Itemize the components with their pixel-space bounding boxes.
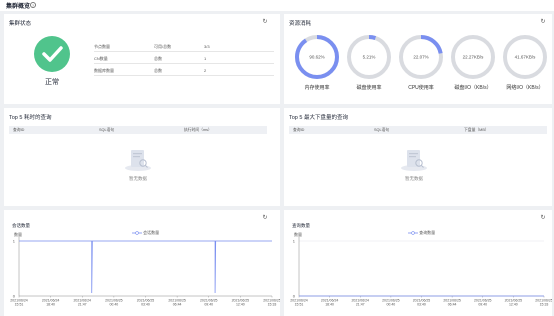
x-tick-label: 21:47 bbox=[356, 303, 365, 307]
gauge-ring: 22.27KB/s bbox=[451, 35, 495, 79]
column-header: 执行时间（ms） bbox=[184, 128, 212, 132]
top-bar: 集群概览 ? bbox=[0, 0, 554, 11]
column-header: SQL语句 bbox=[374, 128, 390, 132]
gauge-value: 41.67KB/s bbox=[515, 55, 537, 60]
top-time-panel: Top 5 耗时的查询 查询ID SQL语句 执行时间（ms） 暂无数据 bbox=[4, 108, 280, 206]
gauge-label: 内存使用率 bbox=[304, 85, 330, 91]
kv-row: 数据库数量 总数 2 bbox=[94, 64, 274, 76]
x-tick-label: 03:40 bbox=[417, 303, 426, 307]
gauge-1: 90.62% 内存使用率 bbox=[294, 34, 340, 91]
cluster-status-panel: 集群状态 ↻ 正常 节点数量 可用/总数 3/3 CN数量 总数 1 数据库数量… bbox=[4, 14, 280, 104]
kv-row: 节点数量 可用/总数 3/3 bbox=[94, 40, 274, 52]
x-tick-label: 00:40 bbox=[386, 303, 395, 307]
x-tick-label: 09:40 bbox=[478, 303, 487, 307]
refresh-icon[interactable]: ↻ bbox=[262, 19, 268, 25]
refresh-icon[interactable]: ↻ bbox=[540, 19, 546, 25]
gauge-5: 41.67KB/s 网络I/O（KB/s） bbox=[502, 34, 548, 91]
x-tick-label: 12:40 bbox=[236, 303, 245, 307]
status-text: 正常 bbox=[45, 79, 59, 86]
gauge-value: 90.62% bbox=[309, 55, 324, 60]
column-header: SQL语句 bbox=[99, 128, 115, 132]
kv-value: 2 bbox=[204, 68, 207, 73]
gauge-value: 5.21% bbox=[363, 55, 376, 60]
gauge-ring: 5.21% bbox=[347, 35, 391, 79]
empty-data-icon bbox=[125, 150, 151, 171]
empty-data-text: 暂无数据 bbox=[129, 176, 147, 181]
x-tick-label: 00:40 bbox=[109, 303, 118, 307]
session-chart-panel: ↻ 会话数量 数量 会话数量 0 1 2021/06/24 15:51 2021/06/… bbox=[4, 210, 280, 316]
gauge-value: 22.07% bbox=[413, 55, 428, 60]
resource-panel: 资源消耗 ↻ 90.62% 内存使用率 5.21% 磁盘使用率 22.07% CPU使用率… bbox=[284, 14, 552, 104]
empty-data-icon bbox=[401, 150, 427, 171]
column-header: 下盘量（MB） bbox=[464, 128, 489, 132]
kv-value: 1 bbox=[204, 56, 207, 61]
series-line bbox=[19, 240, 272, 294]
kv-subkey: 可用/总数 bbox=[154, 44, 172, 49]
x-tick-label: 15:51 bbox=[15, 303, 24, 307]
x-tick-label: 15:33 bbox=[268, 303, 277, 307]
gauge-label: 网络I/O（KB/s） bbox=[506, 85, 544, 91]
query-line-chart: 012021/06/2415:512021/06/2418:402021/06/… bbox=[290, 237, 552, 307]
gauge-label: CPU使用率 bbox=[408, 85, 434, 91]
panel-title: Top 5 最大下盘量的查询 bbox=[289, 115, 348, 121]
query-chart-panel: ↻ 查询数量 数量 查询数量 0 1 2021/06/24 15:51 2021/06/… bbox=[284, 210, 552, 316]
kv-subkey: 总数 bbox=[154, 68, 162, 73]
page-title: 集群概览 bbox=[6, 4, 31, 10]
x-tick-label: 06:44 bbox=[173, 303, 182, 307]
gauge-ring: 90.62% bbox=[295, 35, 339, 79]
x-tick-label: 06:44 bbox=[448, 303, 457, 307]
gauge-label: 磁盘I/O（KB/s） bbox=[454, 85, 492, 91]
gauge-value: 22.27KB/s bbox=[463, 55, 485, 60]
x-tick-label: 18:40 bbox=[325, 303, 334, 307]
status-ok-icon bbox=[34, 36, 70, 72]
table-header: 查询ID SQL语句 下盘量（MB） bbox=[289, 126, 547, 134]
panel-title: Top 5 耗时的查询 bbox=[9, 115, 52, 121]
help-circle-icon[interactable]: ? bbox=[30, 1, 36, 8]
session-line-chart: 012021/06/2415:512021/06/2418:402021/06/… bbox=[10, 237, 280, 307]
kv-row: CN数量 总数 1 bbox=[94, 52, 274, 64]
x-tick-label: 09:40 bbox=[204, 303, 213, 307]
kv-subkey: 总数 bbox=[154, 56, 162, 61]
kv-key: 节点数量 bbox=[94, 44, 110, 49]
x-tick-label: 12:40 bbox=[509, 303, 518, 307]
x-tick-label: 18:40 bbox=[46, 303, 55, 307]
x-tick-label: 03:40 bbox=[141, 303, 150, 307]
kv-key: CN数量 bbox=[94, 56, 108, 61]
gauge-ring: 41.67KB/s bbox=[503, 35, 547, 79]
gauge-3: 22.07% CPU使用率 bbox=[398, 34, 444, 91]
y-tick-label: 1 bbox=[13, 239, 16, 244]
panel-title: 集群状态 bbox=[9, 21, 32, 27]
column-header: 查询ID bbox=[13, 128, 25, 132]
gauge-label: 磁盘使用率 bbox=[356, 85, 382, 91]
x-tick-label: 15:33 bbox=[540, 303, 549, 307]
x-tick-label: 15:51 bbox=[295, 303, 304, 307]
gauge-2: 5.21% 磁盘使用率 bbox=[346, 34, 392, 91]
kv-key: 数据库数量 bbox=[94, 68, 114, 73]
panel-title: 资源消耗 bbox=[289, 21, 312, 27]
empty-data-text: 暂无数据 bbox=[405, 176, 423, 181]
kv-value: 3/3 bbox=[204, 44, 210, 49]
x-tick-label: 21:47 bbox=[78, 303, 87, 307]
column-header: 查询ID bbox=[293, 128, 305, 132]
y-tick-label: 1 bbox=[293, 239, 296, 244]
gauge-ring: 22.07% bbox=[399, 35, 443, 79]
top-disk-panel: Top 5 最大下盘量的查询 查询ID SQL语句 下盘量（MB） 暂无数据 bbox=[284, 108, 552, 206]
table-header: 查询ID SQL语句 执行时间（ms） bbox=[9, 126, 267, 134]
gauge-4: 22.27KB/s 磁盘I/O（KB/s） bbox=[450, 34, 496, 91]
